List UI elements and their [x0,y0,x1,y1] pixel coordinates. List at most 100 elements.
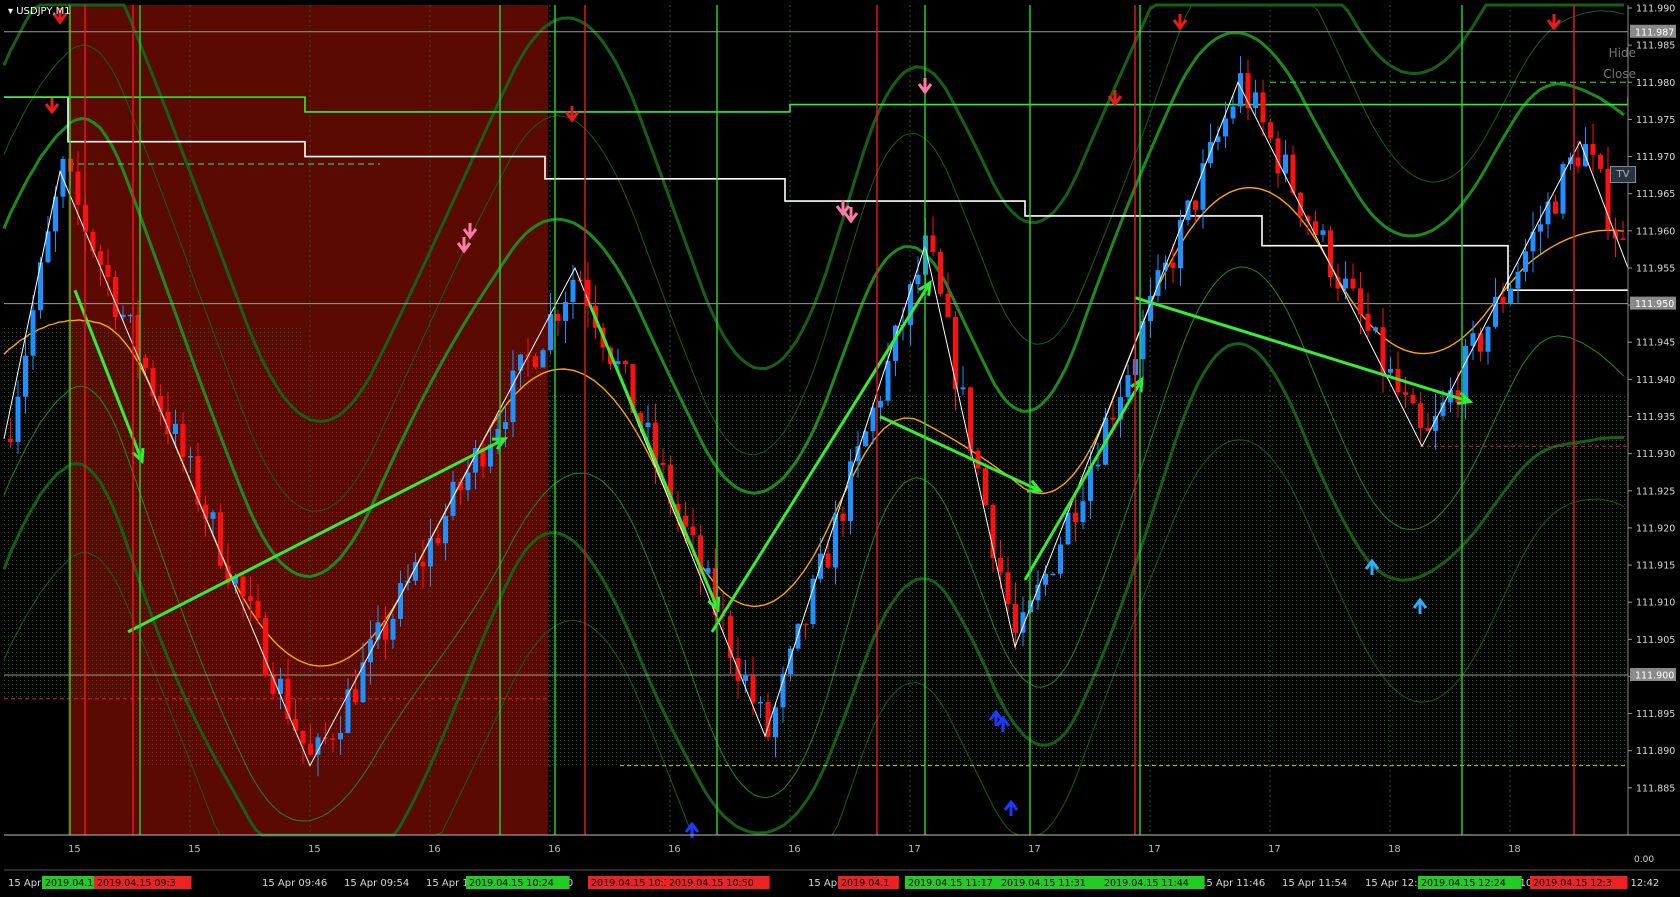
candle-body [398,583,403,619]
price-tick-label: 111.945 [1636,338,1675,349]
candle-body [143,357,148,369]
chart-window[interactable]: 15 15 15 16 16 16 16 17 17 17 17 18 18 111.990 111.985… [0,0,1680,897]
candle-body [128,314,133,317]
candle-body [998,557,1003,573]
candle-body [465,472,471,491]
candle-body [855,446,861,462]
candle-body [1418,403,1423,428]
price-tick-label: 111.975 [1636,115,1675,126]
price-tick-label: 111.985 [1636,41,1675,52]
scale-label: 17 [1028,844,1041,855]
candle-body [660,462,666,466]
candle-body [780,674,786,708]
candle-body [323,737,328,739]
candle-body [975,450,981,469]
chart-canvas[interactable]: 15 15 15 16 16 16 16 17 17 17 17 18 18 111.990 111.985… [0,0,1680,897]
candle-body [1575,157,1581,167]
scale-label: 16 [428,844,441,855]
price-tick-label: 111.890 [1636,746,1675,757]
candle-body [938,252,943,294]
candle-body [953,317,958,390]
candle-body [983,468,988,505]
candle-body [1410,394,1416,404]
candle-body [1373,327,1378,331]
candle-body [803,623,808,626]
candle-body [1005,572,1011,604]
time-badge-label: 2019.04.15 10:24 [469,878,554,889]
candle-body [945,293,951,318]
candle-body [255,601,261,618]
candle-body [195,456,201,505]
candle-body [1253,92,1258,109]
candle-body [75,171,81,205]
price-tick-label: 111.915 [1636,561,1675,572]
candle-body [750,675,756,703]
tv-button[interactable]: TV [1610,166,1636,183]
candle-body [435,538,441,544]
time-badge-label: 2019.04.1 [841,878,889,889]
candle-body [1043,573,1048,585]
candle-body [518,354,523,371]
candle-body [705,568,711,574]
scale-label: 17 [1268,844,1281,855]
candle-body [833,513,838,568]
candle-body [570,279,576,302]
scale-label: 15 [188,844,201,855]
candle-body [503,422,508,430]
candle-body [810,578,816,625]
candle-body [390,618,396,640]
candle-body [173,423,178,435]
price-tick-label: 111.925 [1636,486,1675,497]
price-tick-label: 111.940 [1636,375,1675,386]
candle-body [330,738,336,740]
candle-body [540,350,546,368]
candle-body [338,732,343,740]
candle-body [23,355,28,397]
candle-body [623,361,628,365]
candle-body [38,262,43,311]
candle-body [443,515,448,544]
candle-body [548,313,553,351]
candle-body [1403,392,1408,395]
price-tick-label: 111.905 [1636,635,1675,646]
candle-body [8,438,13,442]
candle-body [1125,375,1131,398]
candle-body [1500,296,1506,304]
candle-body [1298,192,1303,217]
price-highlight-label: 111.950 [1635,299,1674,310]
candle-body [1620,238,1626,240]
time-badge-label: 2019.04.15 12:3 [1533,878,1612,889]
price-tick-label: 111.930 [1636,449,1675,460]
candle-body [690,526,696,536]
candle-body [1110,417,1116,420]
hide-button[interactable]: Hide [1609,46,1636,60]
candle-body [773,707,778,738]
candle-body [743,675,748,681]
time-badge-label: 2019.04.15 [45,878,99,889]
candle-body [1223,118,1228,137]
candle-body [345,689,351,733]
dropdown-triangle-icon[interactable]: ▾ [8,6,16,17]
close-button[interactable]: Close [1603,67,1636,81]
candle-body [293,719,298,731]
time-badge-label: 2019.04.15 10:3 [591,878,670,889]
candle-body [510,370,516,423]
candle-body [383,622,388,640]
candle-body [1170,262,1176,269]
candle-body [353,689,358,703]
time-badge-label: 2019.04.15 12:24 [1421,878,1506,889]
time-badge-label: 2019.04.15 10:50 [669,878,754,889]
price-tick-label: 111.990 [1636,4,1675,15]
candle-body [533,356,538,368]
scale-label: 16 [668,844,681,855]
candle-body [878,400,883,408]
candle-body [930,235,936,253]
candle-body [585,279,591,306]
price-tick-label: 111.910 [1636,598,1675,609]
dotted-zone [548,394,1628,766]
price-tick-label: 111.885 [1636,783,1675,794]
candle-body [555,313,561,321]
candle-body [315,737,321,755]
candle-body [1358,288,1363,315]
price-tick-label: 111.970 [1636,152,1675,163]
